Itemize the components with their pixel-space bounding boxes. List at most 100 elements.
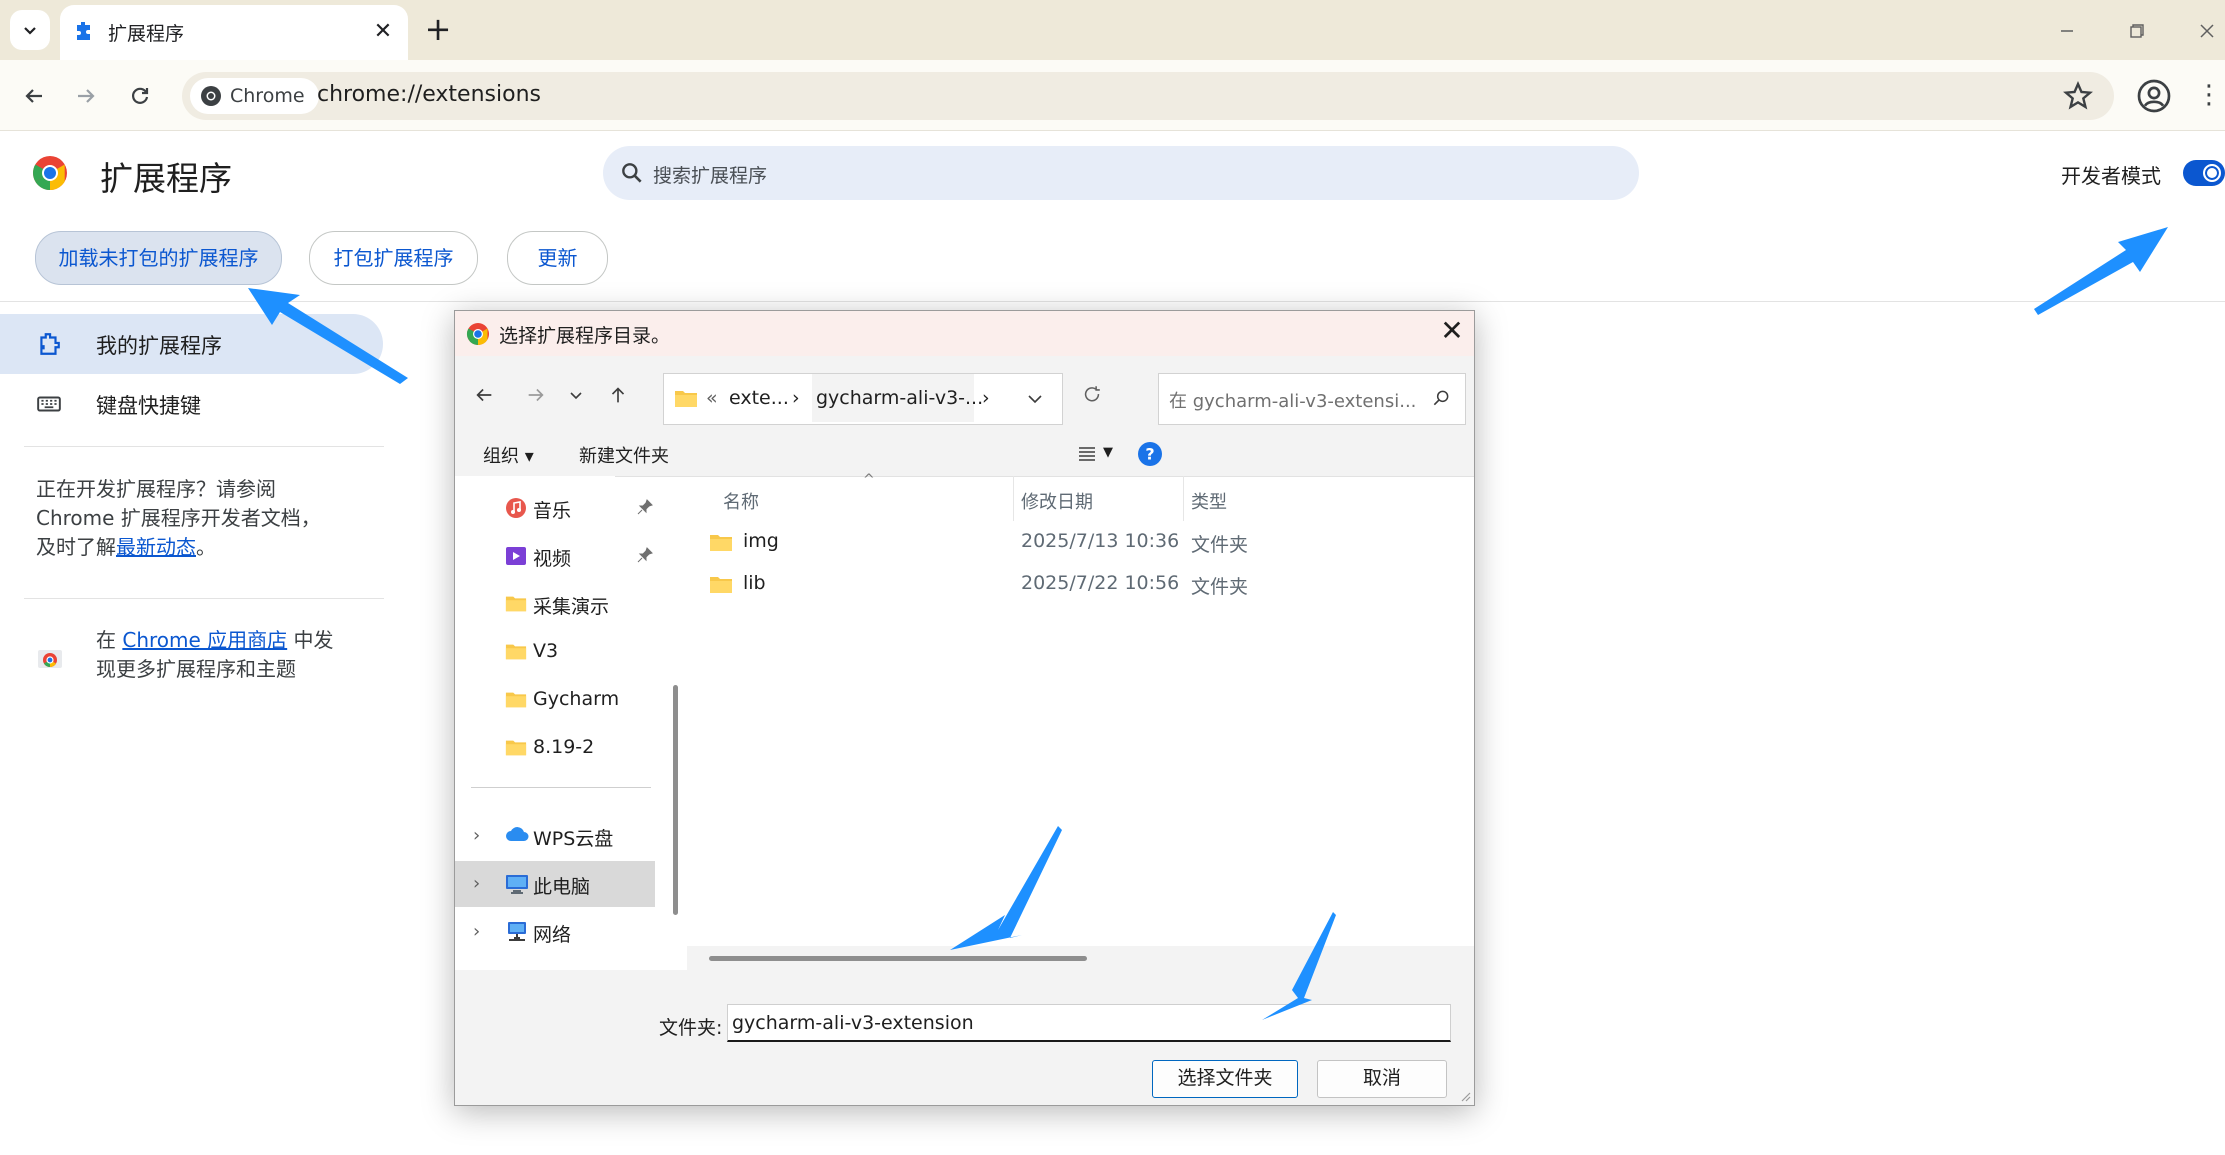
menu-kebab-icon[interactable]: ⋮ [2196, 78, 2222, 114]
tab-search-button[interactable] [10, 10, 50, 50]
load-unpacked-button[interactable]: 加载未打包的扩展程序 [35, 231, 282, 285]
file-row[interactable]: img 2025/7/13 10:36 文件夹 [687, 521, 1474, 563]
dialog-search-field[interactable]: 在 gycharm-ali-v3-extensi... [1158, 373, 1466, 425]
dev-info-prefix: 及时了解 [36, 535, 116, 559]
chevron-down-icon[interactable] [1026, 390, 1044, 408]
extension-search-field[interactable]: 搜索扩展程序 [603, 146, 1639, 200]
breadcrumb-item[interactable]: exte... [729, 387, 789, 409]
window-close-icon[interactable] [2190, 14, 2224, 48]
restore-icon[interactable] [2120, 14, 2154, 48]
tab-title: 扩展程序 [108, 23, 185, 45]
breadcrumb-item-current[interactable]: gycharm-ali-v3-... [816, 387, 983, 409]
chrome-web-store-link[interactable]: Chrome 应用商店 [122, 628, 287, 652]
view-list-icon[interactable] [1077, 444, 1097, 464]
bookmark-star-icon[interactable] [2062, 80, 2094, 112]
back-button[interactable] [16, 78, 52, 114]
organize-menu[interactable]: 组织 ▾ [483, 442, 534, 468]
dev-info-line: Chrome 扩展程序开发者文档， [36, 506, 321, 530]
computer-icon [506, 875, 528, 894]
video-icon [506, 547, 526, 565]
expand-chevron-icon[interactable]: › [473, 825, 480, 846]
dialog-close-icon[interactable]: ✕ [1437, 317, 1467, 347]
folder-icon [710, 535, 732, 551]
refresh-icon [1084, 386, 1100, 402]
network-icon [508, 922, 526, 941]
toggle-knob [2203, 164, 2221, 182]
folder-icon [505, 692, 527, 708]
file-name: lib [743, 572, 766, 594]
dialog-nav-pane: 音乐 视频 采集演示 V3 Gycharm 8.19-2 › WPS云盘 › 此… [455, 476, 655, 976]
breadcrumb-separator[interactable]: › [982, 387, 990, 409]
update-button[interactable]: 更新 [507, 231, 608, 285]
folder-name-input[interactable] [727, 1004, 1451, 1042]
help-icon[interactable]: ? [1137, 441, 1163, 467]
nav-item-folder[interactable]: 采集演示 [455, 581, 655, 627]
store-info-suffix: 中发 [287, 628, 334, 652]
nav-item-folder[interactable]: Gycharm [455, 677, 655, 723]
dialog-back-button[interactable] [467, 378, 501, 412]
folder-field-label: 文件夹: [659, 1017, 723, 1039]
nav-item-wps-cloud[interactable]: › WPS云盘 [455, 813, 655, 859]
dev-info-suffix: 。 [196, 535, 216, 559]
puzzle-outline-icon [40, 333, 60, 355]
site-info-chip[interactable]: Chrome [190, 78, 319, 114]
sidebar-item-keyboard-shortcuts[interactable]: 键盘快捷键 [0, 374, 383, 434]
column-separator[interactable] [1013, 476, 1014, 521]
column-header-modified[interactable]: 修改日期 [1021, 488, 1093, 514]
nav-item-network[interactable]: › 网络 [455, 909, 655, 955]
arrow-right-icon [528, 388, 544, 402]
view-options-chevron-icon[interactable]: ▼ [1103, 445, 1113, 460]
dev-info-line: 正在开发扩展程序？请参阅 [36, 477, 276, 501]
chevron-down-icon [24, 27, 36, 35]
minimize-icon[interactable] [2050, 14, 2084, 48]
expand-chevron-icon[interactable]: › [473, 921, 480, 942]
dialog-forward-button[interactable] [519, 378, 553, 412]
new-tab-button[interactable]: + [420, 12, 456, 48]
dialog-footer: 文件夹: 选择文件夹 取消 [455, 970, 1474, 1105]
nav-item-label: 音乐 [533, 500, 572, 522]
chrome-logo-icon [467, 323, 489, 345]
nav-item-this-pc[interactable]: › 此电脑 [455, 861, 655, 907]
organize-label: 组织 [483, 446, 519, 467]
sidebar-item-my-extensions[interactable]: 我的扩展程序 [0, 314, 383, 374]
url-text[interactable]: chrome://extensions [317, 82, 541, 107]
nav-item-video[interactable]: 视频 [455, 533, 655, 579]
cancel-button[interactable]: 取消 [1317, 1060, 1447, 1098]
resize-grip-icon[interactable] [1459, 1090, 1471, 1102]
dialog-refresh-button[interactable] [1075, 378, 1109, 412]
select-folder-button[interactable]: 选择文件夹 [1152, 1060, 1298, 1098]
puzzle-icon [77, 22, 90, 40]
breadcrumb-separator[interactable]: › [792, 387, 800, 409]
forward-button[interactable] [68, 78, 104, 114]
reload-button[interactable] [122, 78, 158, 114]
browser-tab[interactable]: 扩展程序 ✕ [60, 5, 408, 60]
nav-item-music[interactable]: 音乐 [455, 485, 655, 531]
cloud-icon [506, 827, 529, 841]
breadcrumb-overflow[interactable]: « [706, 387, 718, 409]
address-bar[interactable]: Chrome chrome://extensions [182, 72, 2114, 120]
chrome-logo-icon [33, 156, 67, 190]
pack-extension-button[interactable]: 打包扩展程序 [309, 231, 478, 285]
file-row[interactable]: lib 2025/7/22 10:56 文件夹 [687, 563, 1474, 605]
latest-news-link[interactable]: 最新动态 [116, 535, 196, 559]
profile-icon[interactable] [2136, 78, 2172, 114]
nav-item-folder[interactable]: V3 [455, 629, 655, 675]
column-header-type[interactable]: 类型 [1191, 488, 1227, 514]
nav-item-folder[interactable]: 8.19-2 [455, 725, 655, 771]
folder-icon [505, 644, 527, 660]
column-header-name[interactable]: 名称 [723, 488, 759, 514]
column-separator[interactable] [1183, 476, 1184, 521]
nav-pane-scrollbar[interactable] [673, 685, 678, 915]
sidebar-divider [24, 598, 384, 599]
new-folder-button[interactable]: 新建文件夹 [579, 442, 669, 468]
file-list-scrollbar-thumb[interactable] [709, 956, 1087, 961]
store-info-prefix: 在 [96, 628, 123, 652]
dialog-path-bar[interactable]: « exte... › gycharm-ali-v3-... › [663, 373, 1063, 425]
developer-mode-toggle[interactable] [2183, 160, 2225, 186]
dialog-up-button[interactable] [601, 378, 635, 412]
dialog-recent-button[interactable] [559, 378, 593, 412]
dialog-address-row: « exte... › gycharm-ali-v3-... › 在 gycha… [455, 356, 1474, 431]
tab-close-icon[interactable]: ✕ [370, 19, 396, 45]
folder-icon [505, 596, 527, 612]
expand-chevron-icon[interactable]: › [473, 873, 480, 894]
